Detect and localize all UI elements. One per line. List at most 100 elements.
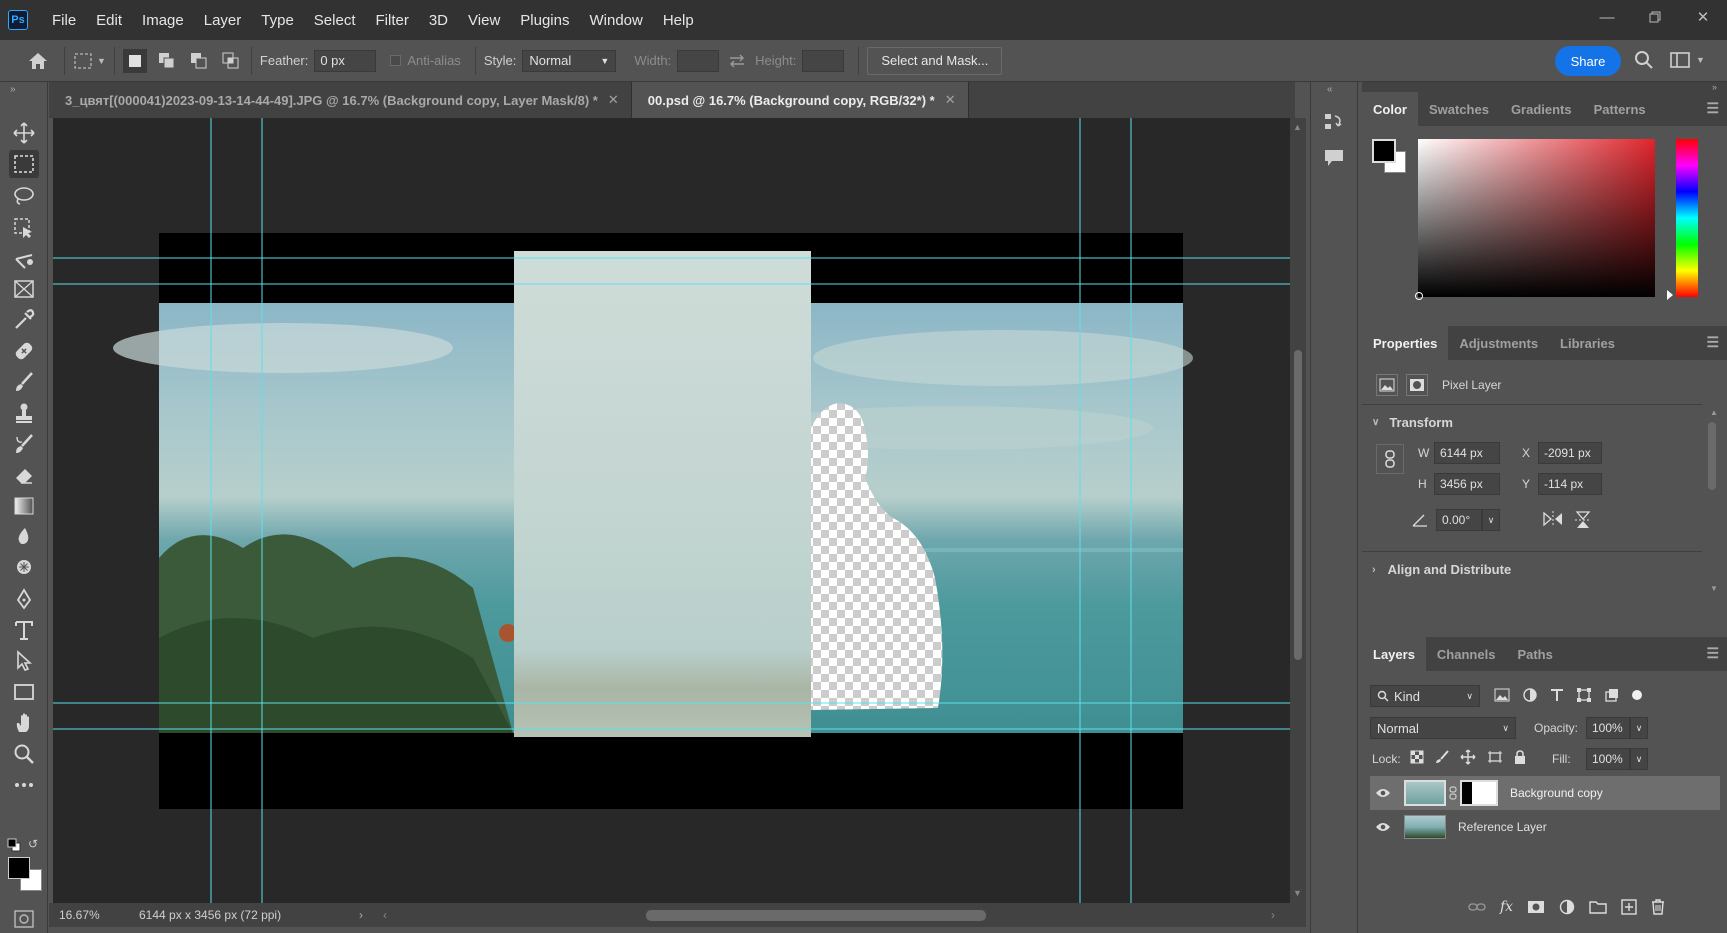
opacity-field[interactable]: 100% (1586, 717, 1630, 739)
collapse-arrows-icon[interactable]: » (1362, 82, 1727, 92)
lock-position-icon[interactable] (1460, 749, 1476, 765)
angle-field[interactable]: 0.00° (1436, 509, 1482, 531)
transform-section-header[interactable]: ∨ Transform (1372, 415, 1453, 430)
crop-tool-icon[interactable] (9, 245, 39, 273)
menu-3d[interactable]: 3D (419, 12, 458, 29)
dodge-tool-icon[interactable] (9, 554, 39, 582)
menu-plugins[interactable]: Plugins (510, 12, 579, 29)
adjustment-layer-icon[interactable] (1559, 899, 1575, 915)
close-icon[interactable]: ✕ (608, 92, 619, 108)
blend-mode-select[interactable]: Normal ∨ (1370, 717, 1516, 739)
tab-document-2[interactable]: 00.psd @ 16.7% (Background copy, RGB/32*… (631, 82, 969, 118)
height-field[interactable]: 3456 px (1434, 473, 1500, 495)
x-field[interactable]: -2091 px (1538, 442, 1602, 464)
scroll-right-icon[interactable]: › (1271, 908, 1275, 922)
properties-scrollbar[interactable]: ▲ ▼ (1706, 408, 1718, 598)
menu-image[interactable]: Image (132, 12, 194, 29)
canvas-area[interactable] (53, 118, 1290, 903)
lock-all-icon[interactable] (1514, 750, 1526, 764)
link-icon[interactable] (1448, 786, 1458, 800)
object-selection-tool-icon[interactable] (9, 214, 39, 242)
foreground-color-swatch[interactable] (8, 857, 30, 879)
history-brush-tool-icon[interactable] (9, 430, 39, 458)
share-button[interactable]: Share (1555, 46, 1621, 76)
blur-tool-icon[interactable] (9, 523, 39, 551)
home-icon[interactable] (20, 52, 56, 70)
lock-artboard-icon[interactable] (1487, 750, 1503, 764)
delete-layer-icon[interactable] (1651, 899, 1665, 915)
scrollbar-thumb[interactable] (1708, 422, 1716, 490)
swap-colors-icon[interactable]: ↺ (28, 837, 38, 851)
more-tools-icon[interactable] (9, 771, 39, 799)
width-input[interactable] (677, 49, 720, 72)
layer-name[interactable]: Reference Layer (1458, 820, 1547, 834)
color-panel-swatches[interactable] (1372, 139, 1408, 175)
foreground-color-swatch[interactable] (1372, 139, 1396, 163)
color-picker-handle[interactable] (1415, 292, 1423, 300)
select-and-mask-button[interactable]: Select and Mask... (867, 46, 1003, 75)
filter-toggle-icon[interactable] (1632, 690, 1642, 700)
anti-alias-checkbox[interactable]: Anti-alias (390, 53, 466, 68)
chevron-down-icon[interactable]: ∨ (1630, 748, 1648, 770)
default-colors-icon[interactable] (7, 838, 21, 852)
style-select[interactable]: Normal ▼ (522, 49, 617, 72)
tab-channels[interactable]: Channels (1426, 637, 1507, 671)
menu-window[interactable]: Window (579, 12, 652, 29)
restore-icon[interactable] (1631, 0, 1679, 34)
hand-tool-icon[interactable] (9, 709, 39, 737)
layer-thumbnail[interactable] (1404, 780, 1446, 806)
tab-document-1[interactable]: 3_цвят[(000041)2023-09-13-14-44-49].JPG … (49, 82, 632, 118)
menu-select[interactable]: Select (304, 12, 366, 29)
tab-layers[interactable]: Layers (1362, 637, 1426, 671)
document-canvas[interactable] (53, 118, 1290, 903)
layer-name[interactable]: Background copy (1510, 786, 1603, 800)
panel-menu-icon[interactable]: ☰ (1706, 334, 1719, 351)
link-layers-icon[interactable] (1468, 902, 1486, 912)
scroll-left-icon[interactable]: ‹ (383, 908, 387, 922)
add-mask-icon[interactable] (1527, 900, 1545, 914)
chevron-right-icon[interactable]: › (359, 908, 363, 922)
rectangular-marquee-tool-icon[interactable] (9, 150, 39, 178)
tab-libraries[interactable]: Libraries (1549, 326, 1626, 360)
chevron-down-icon[interactable]: ∨ (1630, 717, 1648, 739)
menu-type[interactable]: Type (251, 12, 304, 29)
minimize-icon[interactable]: — (1583, 0, 1631, 34)
menu-edit[interactable]: Edit (86, 12, 132, 29)
brush-tool-icon[interactable] (9, 368, 39, 396)
eye-icon[interactable] (1370, 822, 1396, 832)
panel-menu-icon[interactable]: ☰ (1706, 645, 1719, 662)
subtract-selection-icon[interactable] (187, 49, 211, 73)
tab-adjustments[interactable]: Adjustments (1448, 326, 1549, 360)
hue-slider-handle[interactable] (1667, 290, 1673, 300)
new-selection-icon[interactable] (122, 48, 147, 73)
color-swatches[interactable] (8, 857, 44, 893)
fill-field[interactable]: 100% (1586, 748, 1630, 770)
color-picker-field[interactable] (1415, 139, 1655, 300)
menu-filter[interactable]: Filter (366, 12, 419, 29)
layer-thumbnail[interactable] (1404, 815, 1446, 839)
quick-mask-icon[interactable] (14, 910, 34, 931)
tab-patterns[interactable]: Patterns (1583, 92, 1657, 126)
filter-type-icon[interactable] (1550, 688, 1564, 702)
feather-input[interactable]: 0 px (314, 49, 377, 72)
search-icon[interactable] (1634, 50, 1654, 73)
workspace-icon[interactable]: ▼ (1670, 51, 1705, 69)
new-layer-icon[interactable] (1621, 899, 1637, 915)
flip-vertical-icon[interactable] (1574, 510, 1592, 533)
horizontal-scrollbar-thumb[interactable] (646, 910, 986, 921)
rectangle-tool-icon[interactable] (9, 678, 39, 706)
filter-smart-object-icon[interactable] (1604, 687, 1620, 703)
link-icon[interactable] (1376, 444, 1404, 474)
y-field[interactable]: -114 px (1538, 473, 1602, 495)
layer-row-background-copy[interactable]: Background copy (1370, 776, 1720, 810)
flip-horizontal-icon[interactable] (1542, 510, 1564, 531)
layer-row-reference-layer[interactable]: Reference Layer (1370, 810, 1720, 844)
filter-shape-icon[interactable] (1576, 687, 1592, 703)
scrollbar-thumb[interactable] (1294, 350, 1302, 660)
healing-brush-tool-icon[interactable] (9, 337, 39, 365)
gradient-tool-icon[interactable] (9, 492, 39, 520)
width-field[interactable]: 6144 px (1434, 442, 1500, 464)
tab-swatches[interactable]: Swatches (1418, 92, 1500, 126)
path-selection-tool-icon[interactable] (9, 647, 39, 675)
layer-mask-thumbnail[interactable] (1460, 780, 1498, 806)
